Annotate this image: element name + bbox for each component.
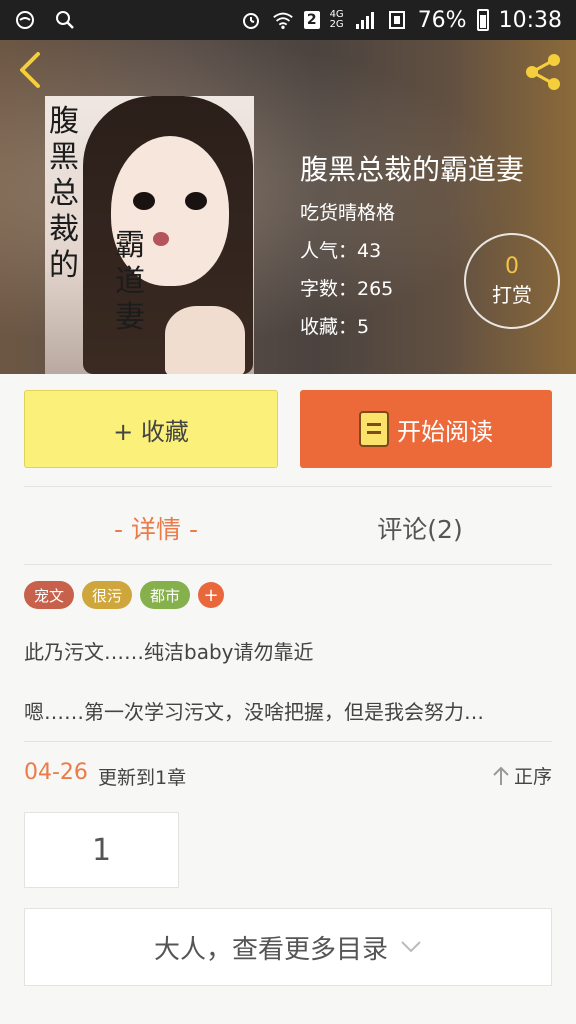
tab-detail[interactable]: - 详情 - — [24, 506, 288, 550]
divider — [24, 564, 552, 565]
collect-button[interactable]: + 收藏 — [24, 390, 278, 468]
cover-hand — [165, 306, 245, 374]
view-more-catalog-label: 大人，查看更多目录 — [153, 934, 388, 965]
network-type: 4G 2G — [329, 9, 344, 30]
status-bar: 2 4G 2G 76% 10:38 — [0, 0, 576, 40]
app-notification-icon — [14, 9, 36, 31]
chevron-left-icon — [20, 52, 40, 88]
start-reading-button[interactable]: 开始阅读 — [300, 390, 552, 468]
update-date: 04-26 — [24, 760, 88, 785]
add-tag-button[interactable]: + — [198, 582, 225, 608]
description-line-2[interactable]: 嗯……第一次学习污文，没啥把握，但是我会努力… — [24, 696, 552, 725]
signal-icon — [354, 9, 376, 31]
book-icon — [359, 411, 389, 447]
cover-mouth — [153, 232, 169, 246]
book-header: 腹黑总裁的 霸道妻 腹黑总裁的霸道妻 吃货晴格格 人气：43 字数：265 收藏… — [0, 40, 576, 374]
chevron-down-icon — [401, 941, 421, 953]
wifi-icon — [272, 9, 294, 31]
book-cover[interactable]: 腹黑总裁的 霸道妻 — [45, 96, 254, 374]
tag-dushi[interactable]: 都市 — [140, 581, 191, 609]
stat-popularity: 人气：43 — [300, 240, 382, 262]
search-notification-icon — [54, 9, 76, 31]
sim-badge: 2 — [303, 11, 320, 29]
cover-eye-right — [185, 192, 207, 210]
stat-favorites: 收藏：5 — [300, 316, 370, 338]
collect-label: + 收藏 — [113, 417, 189, 446]
battery-percent: 76% — [417, 7, 467, 33]
description-line-1: 此乃污文……纯洁baby请勿靠近 — [24, 640, 314, 664]
cover-title-left: 腹黑总裁的 — [49, 104, 79, 283]
battery-icon — [476, 9, 489, 31]
share-button[interactable] — [522, 50, 566, 94]
chapter-item[interactable]: 1 — [24, 812, 179, 888]
book-title: 腹黑总裁的霸道妻 — [300, 153, 525, 186]
share-icon — [526, 54, 560, 90]
start-reading-label: 开始阅读 — [397, 417, 493, 446]
tag-henwu[interactable]: 很污 — [82, 581, 133, 609]
clock: 10:38 — [498, 7, 562, 33]
view-more-catalog-button[interactable]: 大人，查看更多目录 — [24, 908, 552, 986]
tip-label: 打赏 — [492, 283, 532, 307]
cover-title-right: 霸道妻 — [115, 228, 145, 335]
tip-count: 0 — [505, 254, 519, 279]
arrow-up-icon — [493, 766, 509, 785]
divider — [24, 486, 552, 487]
book-author[interactable]: 吃货晴格格 — [300, 198, 395, 225]
data-saver-icon — [386, 9, 408, 31]
sort-order-label: 正序 — [513, 766, 552, 788]
sort-order-button[interactable]: 正序 — [492, 762, 552, 789]
chapter-number: 1 — [91, 832, 112, 868]
tag-chongwen[interactable]: 宠文 — [24, 581, 75, 609]
alarm-icon — [240, 9, 262, 31]
tag-list: 宠文 很污 都市 + — [24, 581, 225, 609]
cover-eye-left — [133, 192, 155, 210]
divider — [24, 741, 552, 742]
update-status: 更新到1章 — [98, 767, 187, 789]
stat-word-count: 字数：265 — [300, 278, 394, 300]
back-button[interactable] — [14, 50, 50, 90]
tab-comments[interactable]: 评论(2) — [288, 506, 552, 550]
tip-button[interactable]: 0 打赏 — [464, 233, 560, 329]
